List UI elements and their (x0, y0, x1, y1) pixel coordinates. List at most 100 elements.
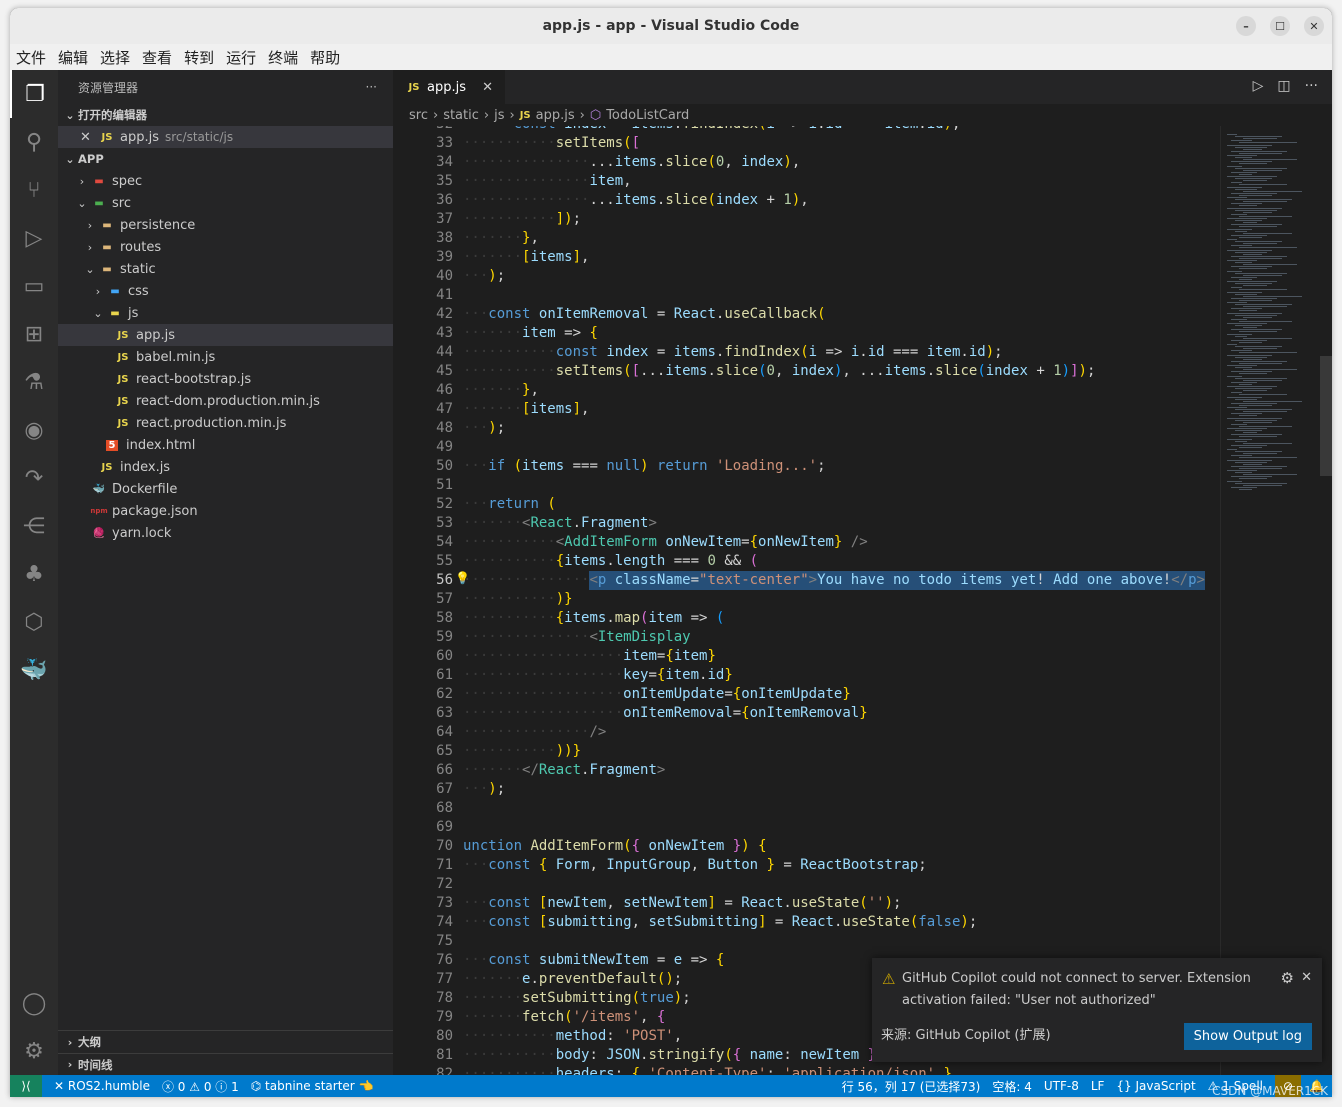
minimap-line (1235, 146, 1267, 148)
minimap-line (1239, 331, 1277, 333)
docker-icon[interactable]: 🐳 (10, 646, 58, 694)
minimap-line (1239, 467, 1282, 469)
language-mode[interactable]: {} JavaScript (1116, 1079, 1195, 1093)
menu-item[interactable]: 转到 (184, 47, 214, 68)
line-number: 75 (436, 933, 453, 949)
problems-status[interactable]: ⓧ 0 ⚠ 0 ⓘ 1 (162, 1078, 239, 1095)
extensions-icon[interactable]: ⊞ (10, 310, 58, 358)
menu-item[interactable]: 运行 (226, 47, 256, 68)
more-actions-icon[interactable]: ··· (366, 80, 377, 94)
code-line: ···················item={item} (463, 648, 716, 664)
search-icon[interactable]: ⚲ (10, 118, 58, 166)
tree-item[interactable]: › ▬ css (58, 280, 393, 302)
minimap-line (1243, 432, 1257, 434)
tree-item[interactable]: JS react-dom.production.min.js (58, 390, 393, 412)
live-share-icon[interactable]: ↷ (10, 454, 58, 502)
explorer-sidebar: 资源管理器 ··· ⌄ 打开的编辑器 ✕ JS app.js src/static/js … (58, 70, 393, 1075)
code-editor[interactable]: 32 ······const index = items.findIndex(i … (393, 126, 1220, 1075)
line-number: 65 (436, 743, 453, 759)
tree-item[interactable]: 5 index.html (58, 434, 393, 456)
breadcrumb-item[interactable]: TodoListCard (606, 108, 689, 123)
breadcrumb-separator: › (509, 107, 515, 123)
explorer-icon[interactable]: ❐ (10, 70, 58, 118)
tree-item[interactable]: › ▬ spec (58, 170, 393, 192)
run-icon[interactable]: ▷ (1253, 78, 1264, 94)
run-debug-icon[interactable]: ▷ (10, 214, 58, 262)
status-bar: ⟩⟨ ✕ ROS2.humble ⓧ 0 ⚠ 0 ⓘ 1 ⌬ tabnine s… (10, 1075, 1332, 1097)
minimap-line (1239, 436, 1277, 438)
end-of-line[interactable]: LF (1091, 1079, 1105, 1093)
breadcrumb-item[interactable]: src (409, 108, 428, 123)
tree-item[interactable]: JS babel.min.js (58, 346, 393, 368)
tabnine-status[interactable]: ⌬ tabnine starter 👈 (251, 1079, 374, 1093)
account-icon[interactable]: ◯ (10, 979, 58, 1027)
open-editor-item[interactable]: ✕ JS app.js src/static/js (58, 126, 393, 148)
tree-item[interactable]: npm package.json (58, 500, 393, 522)
remote-indicator-icon[interactable]: ⟩⟨ (10, 1075, 42, 1097)
breadcrumb-item[interactable]: static (443, 108, 479, 123)
notification-close-icon[interactable]: ✕ (1301, 970, 1312, 985)
tree-item[interactable]: 🧶 yarn.lock (58, 522, 393, 544)
tree-item[interactable]: JS react.production.min.js (58, 412, 393, 434)
folder-icon: ▬ (110, 285, 120, 297)
tree-item[interactable]: › ▬ routes (58, 236, 393, 258)
open-file-name: app.js (120, 129, 159, 145)
breadcrumb-item[interactable]: js (494, 108, 504, 123)
app-root-section[interactable]: ⌄ APP (58, 148, 393, 170)
source-control-icon[interactable]: ⑂ (10, 166, 58, 214)
menu-item[interactable]: 选择 (100, 47, 130, 68)
line-number: 69 (436, 819, 453, 835)
close-window-button[interactable]: ✕ (1304, 16, 1324, 36)
menu-item[interactable]: 终端 (268, 47, 298, 68)
minimap[interactable] (1220, 126, 1320, 1075)
minimap-line (1227, 344, 1237, 345)
notification-settings-icon[interactable]: ⚙ (1281, 969, 1294, 987)
timeline-section[interactable]: › 时间线 (58, 1053, 393, 1075)
minimap-line (1227, 480, 1242, 482)
scrollbar-thumb[interactable] (1320, 356, 1332, 476)
js-file-icon: JS (117, 417, 129, 429)
settings-gear-icon[interactable]: ⚙ (10, 1027, 58, 1075)
cmake-icon[interactable]: ⬡ (10, 598, 58, 646)
minimize-button[interactable]: – (1236, 16, 1256, 36)
close-tab-icon[interactable]: ✕ (482, 80, 493, 95)
gitlens-icon[interactable]: ⋲ (10, 502, 58, 550)
tab-app-js[interactable]: JS app.js ✕ (393, 70, 505, 104)
testing-icon[interactable]: ⚗ (10, 358, 58, 406)
encoding[interactable]: UTF-8 (1044, 1079, 1079, 1093)
menu-item[interactable]: 帮助 (310, 47, 340, 68)
tree-item[interactable]: JS react-bootstrap.js (58, 368, 393, 390)
python-icon[interactable]: ♣ (10, 550, 58, 598)
indentation[interactable]: 空格: 4 (992, 1078, 1032, 1095)
minimap-line (1243, 463, 1262, 465)
remote-explorer-icon[interactable]: ▭ (10, 262, 58, 310)
outline-section[interactable]: › 大纲 (58, 1031, 393, 1053)
tree-item[interactable]: › ▬ persistence (58, 214, 393, 236)
breadcrumb-item[interactable]: app.js (536, 108, 575, 123)
timeline-label: 时间线 (78, 1057, 113, 1072)
more-actions-icon[interactable]: ··· (1305, 78, 1318, 94)
tree-item[interactable]: JS app.js (58, 324, 393, 346)
cursor-position[interactable]: 行 56，列 17 (已选择73) (842, 1078, 981, 1095)
tree-item[interactable]: ⌄ ▬ src (58, 192, 393, 214)
code-line: ···········setItems([ (463, 135, 641, 151)
menu-item[interactable]: 编辑 (58, 47, 88, 68)
tree-item[interactable]: JS index.js (58, 456, 393, 478)
github-icon[interactable]: ◉ (10, 406, 58, 454)
js-file-icon: JS (117, 395, 129, 407)
tree-item[interactable]: 🐳 Dockerfile (58, 478, 393, 500)
minimap-line (1231, 350, 1252, 352)
open-editors-section[interactable]: ⌄ 打开的编辑器 (58, 104, 393, 126)
menu-item[interactable]: 查看 (142, 47, 172, 68)
close-icon[interactable]: ✕ (80, 130, 98, 145)
minimap-line (1227, 407, 1247, 408)
maximize-button[interactable]: ☐ (1270, 16, 1290, 36)
ros-status[interactable]: ✕ ROS2.humble (54, 1079, 150, 1093)
vertical-scrollbar[interactable] (1320, 126, 1332, 1075)
minimap-line (1227, 449, 1237, 450)
split-editor-icon[interactable]: ◫ (1277, 78, 1290, 94)
tree-item[interactable]: ⌄ ▬ static (58, 258, 393, 280)
show-output-log-button[interactable]: Show Output log (1183, 1023, 1312, 1050)
menu-item[interactable]: 文件 (16, 47, 46, 68)
tree-item[interactable]: ⌄ ▬ js (58, 302, 393, 324)
